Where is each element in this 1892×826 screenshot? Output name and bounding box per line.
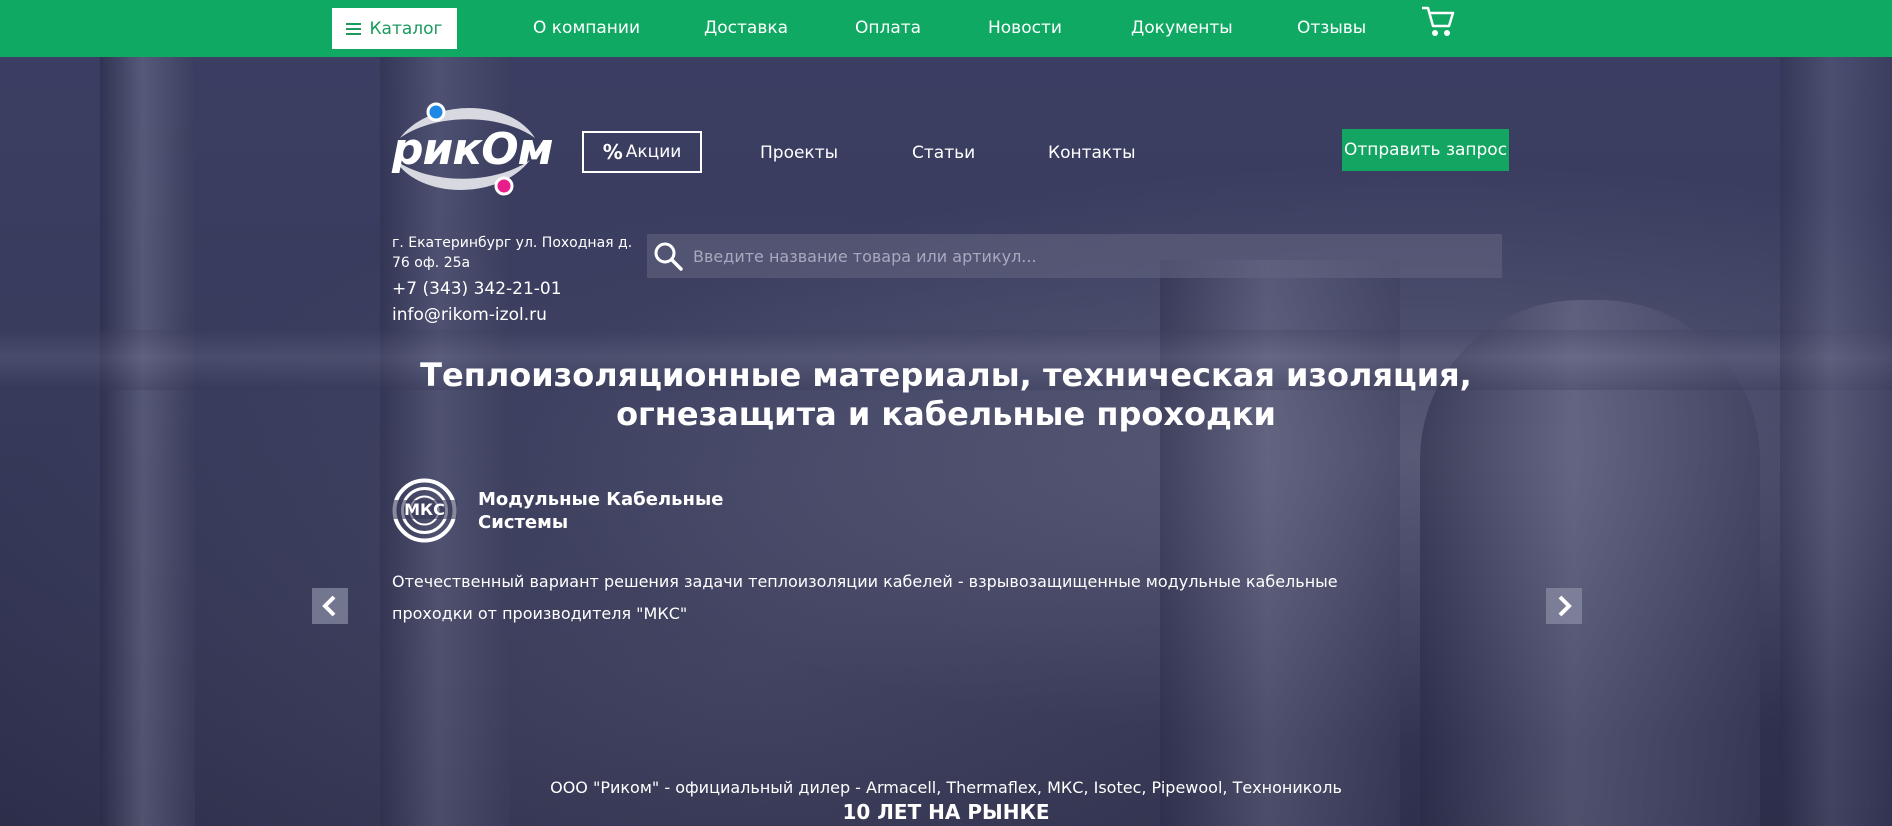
mks-logo-icon: МКС (392, 478, 457, 543)
page-title: Теплоизоляционные материалы, техническая… (380, 356, 1512, 434)
nav-link-payment[interactable]: Оплата (855, 18, 921, 38)
catalog-button[interactable]: Каталог (332, 8, 457, 49)
email-link[interactable]: info@rikom-izol.ru (392, 305, 652, 325)
years-on-market: 10 ЛЕТ НА РЫНКЕ (842, 800, 1050, 824)
nav-link-projects[interactable]: Проекты (760, 143, 838, 163)
top-navigation-bar: Каталог О компании Доставка Оплата Новос… (0, 0, 1892, 57)
hamburger-icon (346, 22, 362, 35)
nav-link-delivery[interactable]: Доставка (704, 18, 788, 38)
phone-link[interactable]: +7 (343) 342-21-01 (392, 279, 652, 299)
title-line-1: Теплоизоляционные материалы, техническая… (420, 356, 1472, 394)
cart-icon[interactable] (1420, 4, 1456, 42)
logo-text: рикОм (392, 124, 554, 175)
nav-link-articles[interactable]: Статьи (912, 143, 975, 163)
promo-button[interactable]: % Акции (582, 131, 702, 173)
slide-description: Отечественный вариант решения задачи теп… (392, 572, 1338, 623)
nav-link-contacts[interactable]: Контакты (1048, 143, 1136, 163)
dealer-info: ООО "Риком" - официальный дилер - Armace… (550, 778, 1342, 797)
send-request-button[interactable]: Отправить запрос (1342, 129, 1509, 171)
search-input[interactable] (689, 234, 1502, 278)
mks-abbr: МКС (392, 500, 457, 519)
contact-info: г. Екатеринбург ул. Походная д. 76 оф. 2… (392, 233, 652, 325)
search-icon[interactable] (647, 234, 689, 278)
nav-link-about[interactable]: О компании (533, 18, 640, 38)
search-bar (647, 234, 1502, 278)
company-logo[interactable]: рикОм (390, 98, 554, 202)
promo-label: Акции (625, 142, 682, 162)
brand-line-1: Модульные Кабельные (478, 489, 724, 510)
title-line-2: огнезащита и кабельные проходки (616, 395, 1276, 433)
slide-brand-name: Модульные Кабельные Системы (478, 488, 723, 534)
slider-next-button[interactable] (1546, 588, 1582, 624)
percent-icon: % (602, 140, 623, 164)
address: г. Екатеринбург ул. Походная д. 76 оф. 2… (392, 235, 633, 271)
chevron-right-icon (1558, 595, 1572, 617)
brand-line-2: Системы (478, 512, 569, 533)
nav-link-news[interactable]: Новости (988, 18, 1062, 38)
catalog-label: Каталог (369, 18, 443, 39)
nav-link-reviews[interactable]: Отзывы (1297, 18, 1366, 38)
nav-link-documents[interactable]: Документы (1131, 18, 1233, 38)
slider-prev-button[interactable] (312, 588, 348, 624)
chevron-left-icon (322, 595, 336, 617)
